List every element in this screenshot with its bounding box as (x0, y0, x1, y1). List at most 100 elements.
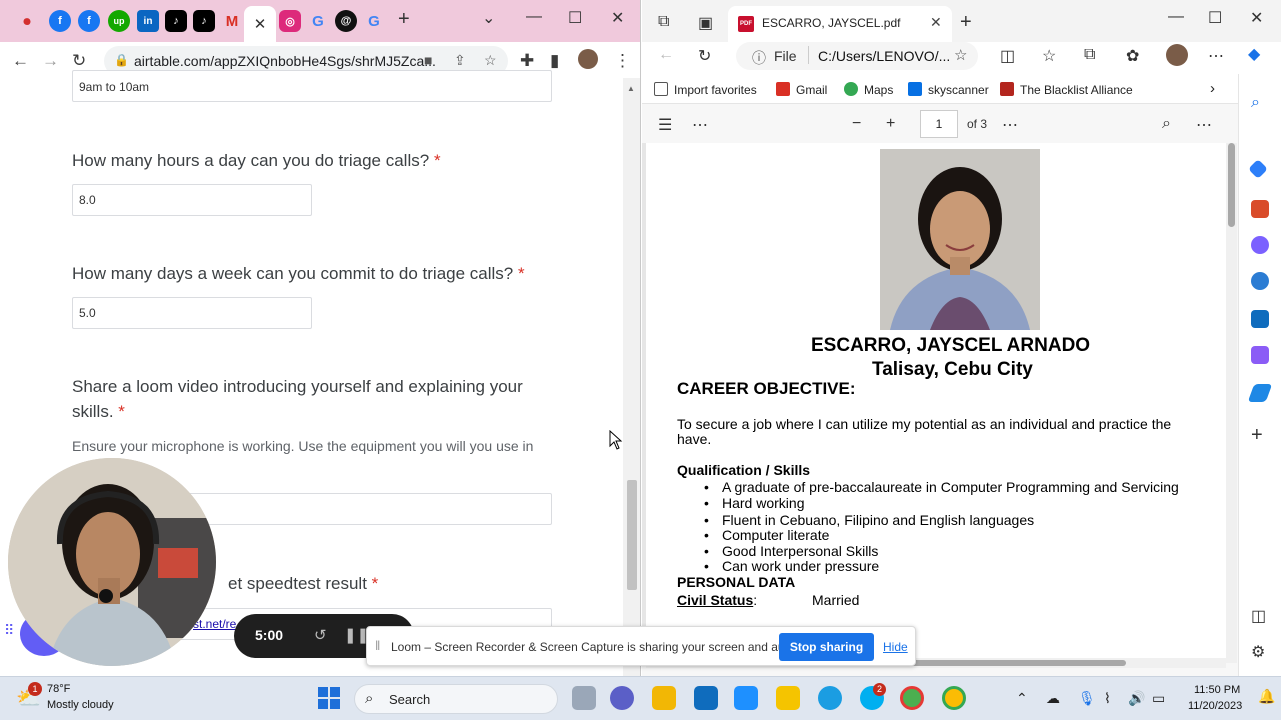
google-tab-icon[interactable]: G (363, 10, 385, 32)
tiktok-tab-icon[interactable]: ♪ (193, 10, 215, 32)
find-icon[interactable]: ⌕ (1162, 115, 1171, 133)
settings-more-icon[interactable]: ⋯ (1196, 115, 1212, 135)
google-tab-icon[interactable]: G (307, 10, 329, 32)
sidebar-settings-icon[interactable]: ⚙ (1251, 642, 1265, 662)
split-screen-icon[interactable]: ◫ (1000, 46, 1015, 66)
task-view-icon[interactable] (572, 686, 596, 710)
forward-icon[interactable]: → (42, 51, 59, 71)
contents-icon[interactable]: ☰ (658, 115, 672, 135)
hide-sidebar-icon[interactable]: ◫ (1251, 606, 1266, 626)
upwork-tab-icon[interactable]: up (108, 10, 130, 32)
shopping-icon[interactable] (1248, 159, 1268, 179)
volume-icon[interactable]: 🔊 (1128, 690, 1145, 707)
site-info-icon[interactable]: 🔒 (114, 53, 129, 67)
notifications-icon[interactable]: 🔔 (1258, 688, 1275, 705)
share-icon[interactable]: ⇪ (454, 52, 466, 69)
camera-icon[interactable]: ■ (424, 52, 432, 68)
tab-close-icon[interactable]: ✕ (254, 15, 267, 33)
onedrive-icon[interactable]: ☁ (1046, 690, 1060, 707)
zoom-out-icon[interactable]: − (852, 115, 861, 133)
minimize-icon[interactable]: — (526, 8, 542, 26)
extensions-icon[interactable]: ✿ (1126, 46, 1139, 66)
bookmark-star-icon[interactable]: ☆ (484, 52, 497, 69)
days-input[interactable]: 5.0 (72, 297, 312, 329)
maximize-icon[interactable]: ☐ (568, 8, 582, 28)
info-icon[interactable]: ⓘ (752, 48, 766, 68)
record-icon[interactable]: ⏺ (16, 10, 38, 32)
close-icon[interactable]: ✕ (611, 8, 624, 28)
tiktok-tab-icon[interactable]: ♪ (165, 10, 187, 32)
menu-icon[interactable]: ⋮ (614, 51, 631, 71)
outlook-icon[interactable] (1251, 310, 1269, 328)
collections-icon[interactable]: ⧉ (1084, 46, 1095, 64)
favorite-star-icon[interactable]: ☆ (954, 46, 967, 64)
refresh-icon[interactable]: ↻ (698, 46, 711, 66)
settings-more-icon[interactable]: ⋯ (1208, 46, 1224, 66)
clock-date[interactable]: 11/20/2023 (1188, 700, 1242, 712)
wifi-icon[interactable]: ⌇ (1104, 690, 1111, 707)
drop-icon[interactable] (1247, 384, 1273, 402)
edge-taskbar-icon[interactable] (818, 686, 842, 710)
back-icon[interactable]: ← (658, 46, 674, 64)
close-icon[interactable]: ✕ (1250, 8, 1263, 28)
weather-temperature[interactable]: 78°F (47, 683, 70, 695)
copilot-icon[interactable]: ◆ (1248, 44, 1260, 64)
show-hidden-icons-icon[interactable]: ⌃ (1016, 690, 1028, 707)
new-tab-icon[interactable]: + (398, 8, 410, 31)
store-icon[interactable] (734, 686, 758, 710)
chevron-right-icon[interactable]: › (1210, 80, 1215, 97)
zoom-in-icon[interactable]: + (886, 115, 895, 133)
fav-maps[interactable]: Maps (844, 82, 893, 97)
chrome-taskbar-icon[interactable] (900, 686, 924, 710)
taskbar-search[interactable]: ⌕ Search (354, 684, 558, 714)
new-tab-icon[interactable]: + (960, 11, 972, 34)
page-scrollbar[interactable]: ▲ (623, 78, 640, 676)
tab-actions-icon[interactable]: ▣ (698, 13, 713, 33)
restart-icon[interactable]: ↺ (314, 626, 327, 644)
drag-handle-icon[interactable]: ‖ (375, 638, 380, 653)
minimize-icon[interactable]: — (1168, 8, 1184, 26)
hours-input[interactable]: 8.0 (72, 184, 312, 216)
scrollbar-thumb[interactable] (896, 660, 1126, 666)
start-button[interactable] (318, 687, 340, 709)
drag-handle-icon[interactable]: ⠿ (4, 622, 14, 639)
fav-gmail[interactable]: Gmail (776, 82, 827, 97)
games-icon[interactable] (1251, 236, 1269, 254)
scrollbar-thumb[interactable] (627, 480, 637, 590)
weather-description[interactable]: Mostly cloudy (47, 699, 114, 711)
extensions-icon[interactable]: ✚ (520, 51, 534, 71)
profile-avatar[interactable] (578, 49, 598, 69)
microsoft365-icon[interactable] (1251, 272, 1269, 290)
scroll-up-icon[interactable]: ▲ (627, 84, 635, 93)
threads-tab-icon[interactable]: @ (335, 10, 357, 32)
page-number-input[interactable]: 1 (920, 110, 958, 138)
edge-address-bar[interactable]: ⓘ File C:/Users/LENOVO/... ☆ (736, 42, 978, 70)
tab-search-icon[interactable]: ⌄ (482, 8, 495, 28)
tools-icon[interactable] (1251, 200, 1269, 218)
stop-sharing-button[interactable]: Stop sharing (779, 633, 874, 661)
fav-import-favorites[interactable]: Import favorites (654, 82, 757, 97)
prev-answer-field[interactable]: 9am to 10am (72, 70, 552, 102)
more-icon[interactable]: ⋯ (692, 115, 708, 135)
microphone-icon[interactable]: 🎙 (1078, 690, 1096, 707)
side-panel-icon[interactable]: ▮ (550, 51, 559, 71)
profile-avatar[interactable] (1166, 44, 1188, 66)
maximize-icon[interactable]: ☐ (1208, 8, 1222, 28)
mail-icon[interactable] (694, 686, 718, 710)
pdf-viewport[interactable]: ESCARRO, JAYSCEL ARNADO Talisay, Cebu Ci… (642, 143, 1226, 663)
pdf-vertical-scrollbar[interactable] (1226, 143, 1237, 663)
clock-time[interactable]: 11:50 PM (1194, 684, 1240, 696)
hide-link[interactable]: Hide (883, 640, 908, 654)
more-tools-icon[interactable]: ⋯ (1002, 115, 1018, 135)
add-sidebar-icon[interactable]: + (1251, 424, 1263, 447)
tab-close-icon[interactable]: ✕ (930, 14, 942, 31)
battery-icon[interactable]: ▭ (1152, 690, 1165, 707)
back-icon[interactable]: ← (12, 51, 29, 71)
instagram-tab-icon[interactable]: ◎ (279, 10, 301, 32)
facebook-tab-icon[interactable]: f (49, 10, 71, 32)
sidebar-search-icon[interactable]: ⌕ (1251, 94, 1260, 112)
linkedin-tab-icon[interactable]: in (137, 10, 159, 32)
teams-icon[interactable] (610, 686, 634, 710)
active-tab[interactable]: ✕ (244, 6, 276, 42)
facebook-tab-icon[interactable]: f (78, 10, 100, 32)
